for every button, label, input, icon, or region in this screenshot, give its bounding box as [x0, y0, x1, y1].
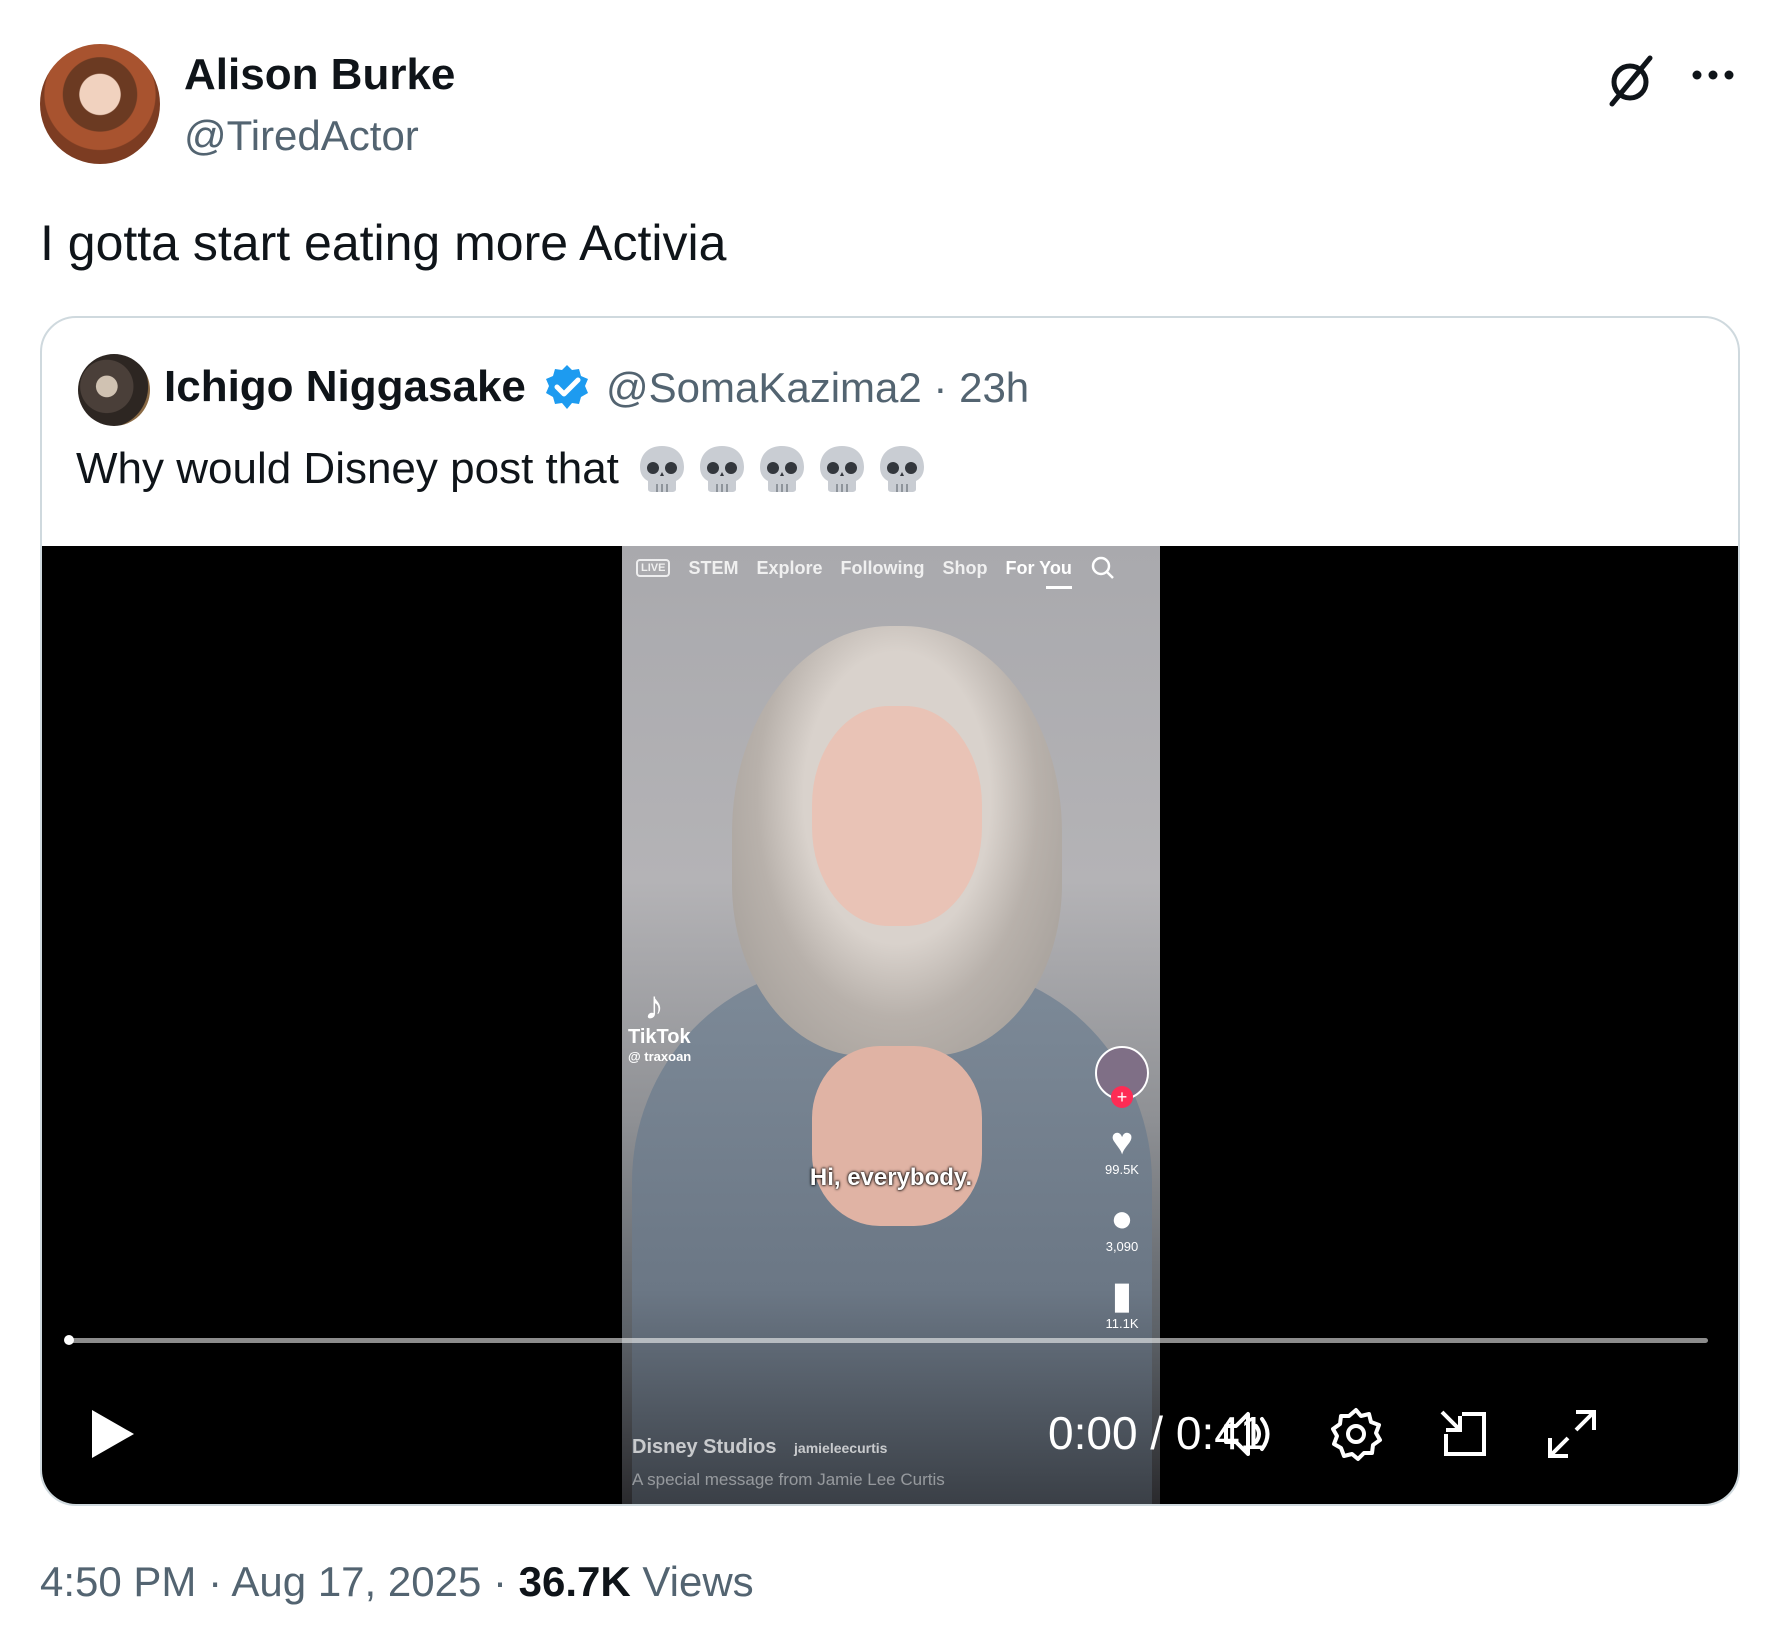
quote-text: Why would Disney post that — [76, 444, 619, 493]
tweet-meta: 4:50 PM · Aug 17, 2025 · 36.7K Views — [40, 1558, 754, 1606]
video-progress-bar[interactable] — [68, 1338, 1708, 1343]
views-count[interactable]: 36.7K — [519, 1558, 631, 1605]
tiktok-live-icon: LIVE — [636, 559, 671, 577]
video-caption: Hi, everybody. — [809, 1164, 973, 1191]
skull-emoji-icon — [819, 446, 864, 492]
tiktok-description: A special message from Jamie Lee Curtis — [632, 1470, 945, 1489]
tiktok-creator-avatar: + — [1095, 1046, 1149, 1108]
more-options-icon[interactable] — [1688, 60, 1738, 90]
author-avatar[interactable] — [40, 44, 160, 164]
skull-emoji-group — [635, 442, 929, 496]
tiktok-nav: LIVE STEM Explore Following Shop For You — [636, 550, 1146, 586]
quote-author-handle[interactable]: @SomaKazima2 · 23h — [606, 364, 1029, 412]
bookmark-icon: ▮ — [1111, 1275, 1133, 1317]
video-player[interactable]: LIVE STEM Explore Following Shop For You… — [42, 546, 1738, 1504]
comments-count: 3,090 — [1105, 1239, 1139, 1254]
quote-author-name[interactable]: Ichigo Niggasake — [164, 362, 526, 412]
settings-gear-icon[interactable] — [1326, 1404, 1386, 1464]
tiktok-nav-item-active: For You — [1005, 557, 1072, 578]
tiktok-nav-item: STEM — [688, 557, 739, 578]
video-person-face — [812, 706, 982, 926]
quoted-tweet[interactable]: Ichigo Niggasake @SomaKazima2 · 23h Why … — [40, 316, 1740, 1506]
tiktok-channel-name: Disney Studios — [632, 1436, 777, 1458]
tiktok-search-icon — [1091, 556, 1114, 579]
author-name[interactable]: Alison Burke — [184, 50, 455, 100]
tiktok-watermark-user: @ traxoan — [628, 1049, 692, 1064]
saves-count: 11.1K — [1105, 1316, 1139, 1331]
tiktok-tab-underline — [1046, 586, 1072, 589]
tiktok-collab-name: jamieleecurtis — [794, 1440, 888, 1456]
tiktok-logo-text: TikTok — [628, 1026, 691, 1048]
tiktok-nav-item: Shop — [942, 557, 988, 578]
video-frame: LIVE STEM Explore Following Shop For You… — [622, 546, 1160, 1504]
skull-emoji-icon — [879, 446, 924, 492]
video-scrubber-handle[interactable] — [64, 1335, 74, 1345]
quote-author-avatar[interactable] — [78, 354, 150, 426]
heart-icon: ♥ — [1110, 1121, 1134, 1163]
tiktok-channel-row: Disney Studios jamieleecurtis — [632, 1436, 887, 1459]
skull-emoji-icon — [699, 446, 744, 492]
tweet-timestamp[interactable]: 4:50 PM · Aug 17, 2025 · — [40, 1558, 519, 1605]
tiktok-nav-item: Explore — [756, 557, 823, 578]
verified-badge-icon — [546, 365, 588, 409]
volume-icon[interactable] — [1218, 1404, 1278, 1464]
play-icon[interactable] — [82, 1404, 142, 1464]
fullscreen-icon[interactable] — [1542, 1404, 1602, 1464]
tiktok-nav-item: Following — [840, 557, 925, 578]
skull-emoji-icon — [759, 446, 804, 492]
tweet-text: I gotta start eating more Activia — [40, 215, 727, 271]
skull-emoji-icon — [639, 446, 684, 492]
author-handle[interactable]: @TiredActor — [184, 112, 419, 160]
tiktok-logo-icon: ♪ — [644, 984, 664, 1028]
grok-icon[interactable] — [1604, 52, 1660, 108]
follow-plus-icon: + — [1111, 1086, 1133, 1108]
tiktok-watermark: ♪ TikTok @ traxoan — [628, 986, 691, 1064]
quote-text-row: Why would Disney post that — [76, 442, 929, 496]
picture-in-picture-icon[interactable] — [1434, 1404, 1494, 1464]
views-label: Views — [630, 1558, 754, 1605]
comment-icon: ● — [1110, 1198, 1134, 1240]
video-person-chest — [812, 1046, 982, 1226]
